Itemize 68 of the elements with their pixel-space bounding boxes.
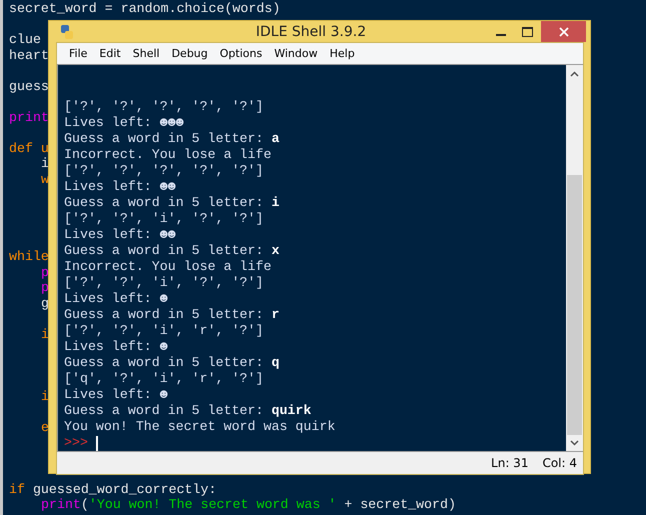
close-button[interactable] xyxy=(541,21,586,42)
output-text: Lives left: ☻ xyxy=(64,387,168,403)
text-cursor xyxy=(96,436,98,450)
output-text: Lives left: ☻ xyxy=(64,291,168,307)
shell-output[interactable] xyxy=(58,65,566,451)
output-text: Guess a word in 5 letter: xyxy=(64,355,264,371)
code-text: print xyxy=(41,497,81,512)
input-text: x xyxy=(271,243,280,259)
code-text: guessed_word_correctly: xyxy=(32,482,216,497)
menu-item[interactable]: Window xyxy=(268,47,324,60)
output-text: ['?', '?', '?', '?', '?'] xyxy=(64,163,264,179)
input-text: r xyxy=(271,307,280,323)
output-text: Lives left: ☻☻ xyxy=(64,179,176,195)
code-text: heart xyxy=(9,48,49,63)
input-text: a xyxy=(271,131,280,147)
code-text: if xyxy=(9,482,25,497)
output-text: Lives left: ☻ xyxy=(64,339,168,355)
code-text: i xyxy=(41,156,49,172)
output-text: Lives left: ☻☻ xyxy=(64,227,176,243)
menu-item[interactable]: Options xyxy=(214,47,268,60)
code-text: guess xyxy=(9,78,49,94)
output-text: ['?', '?', 'i', '?', '?'] xyxy=(64,211,264,227)
output-text: ['?', '?', 'i', '?', '?'] xyxy=(64,275,264,291)
code-text: clue xyxy=(9,32,41,48)
code-text: secret_word = random.choice(words) xyxy=(9,1,280,16)
input-text: quirk xyxy=(271,403,312,419)
menu-item[interactable]: File xyxy=(63,47,94,60)
input-text: i xyxy=(271,195,280,211)
input-text: q xyxy=(271,355,280,371)
output-text: Guess a word in 5 letter: xyxy=(64,131,264,147)
output-text: Lives left: ☻☻☻ xyxy=(64,115,184,131)
output-text: Incorrect. You lose a life xyxy=(64,259,272,275)
code-text: p xyxy=(41,280,49,296)
menu-item[interactable]: Edit xyxy=(93,47,127,60)
output-text: Guess a word in 5 letter: xyxy=(64,307,264,323)
code-text: p xyxy=(41,264,49,280)
menu-item[interactable]: Debug xyxy=(166,47,214,60)
close-icon xyxy=(558,26,568,36)
code-text: g xyxy=(41,296,49,311)
output-text: ['?', '?', 'i', 'r', '?'] xyxy=(64,323,264,339)
code-text: + secret_word) xyxy=(343,497,456,512)
output-text: You won! The secret word was quirk xyxy=(64,419,336,435)
column-number: Col: 4 xyxy=(542,456,577,470)
shell-prompt: >>> xyxy=(64,435,88,451)
output-text: Guess a word in 5 letter: xyxy=(64,195,264,211)
code-text: ( xyxy=(80,497,89,512)
code-text: i xyxy=(41,326,49,342)
output-text: Incorrect. You lose a life xyxy=(64,147,272,163)
output-text: ['?', '?', '?', '?', '?'] xyxy=(64,99,264,115)
scroll-thumb[interactable] xyxy=(567,175,582,435)
line-number: Ln: 31 xyxy=(491,456,528,470)
output-text: Guess a word in 5 letter: xyxy=(64,403,264,419)
menu-item[interactable]: Help xyxy=(324,47,361,60)
code-text: 'You won! The secret word was ' xyxy=(88,497,336,512)
code-text: print xyxy=(9,110,49,125)
scroll-down-icon[interactable] xyxy=(570,440,579,446)
code-text: def u xyxy=(9,140,49,156)
code-text: i xyxy=(41,388,49,404)
output-text: ['q', '?', 'i', 'r', '?'] xyxy=(64,371,264,387)
python-icon xyxy=(59,24,75,40)
minimize-icon xyxy=(496,34,506,36)
window-title: IDLE Shell 3.9.2 xyxy=(254,24,368,40)
menu-item[interactable]: Shell xyxy=(126,47,166,60)
scroll-up-icon[interactable] xyxy=(570,71,579,77)
code-text: e xyxy=(41,420,49,435)
output-text: Guess a word in 5 letter: xyxy=(64,243,264,259)
maximize-icon xyxy=(522,26,533,36)
code-text: while xyxy=(9,249,49,264)
